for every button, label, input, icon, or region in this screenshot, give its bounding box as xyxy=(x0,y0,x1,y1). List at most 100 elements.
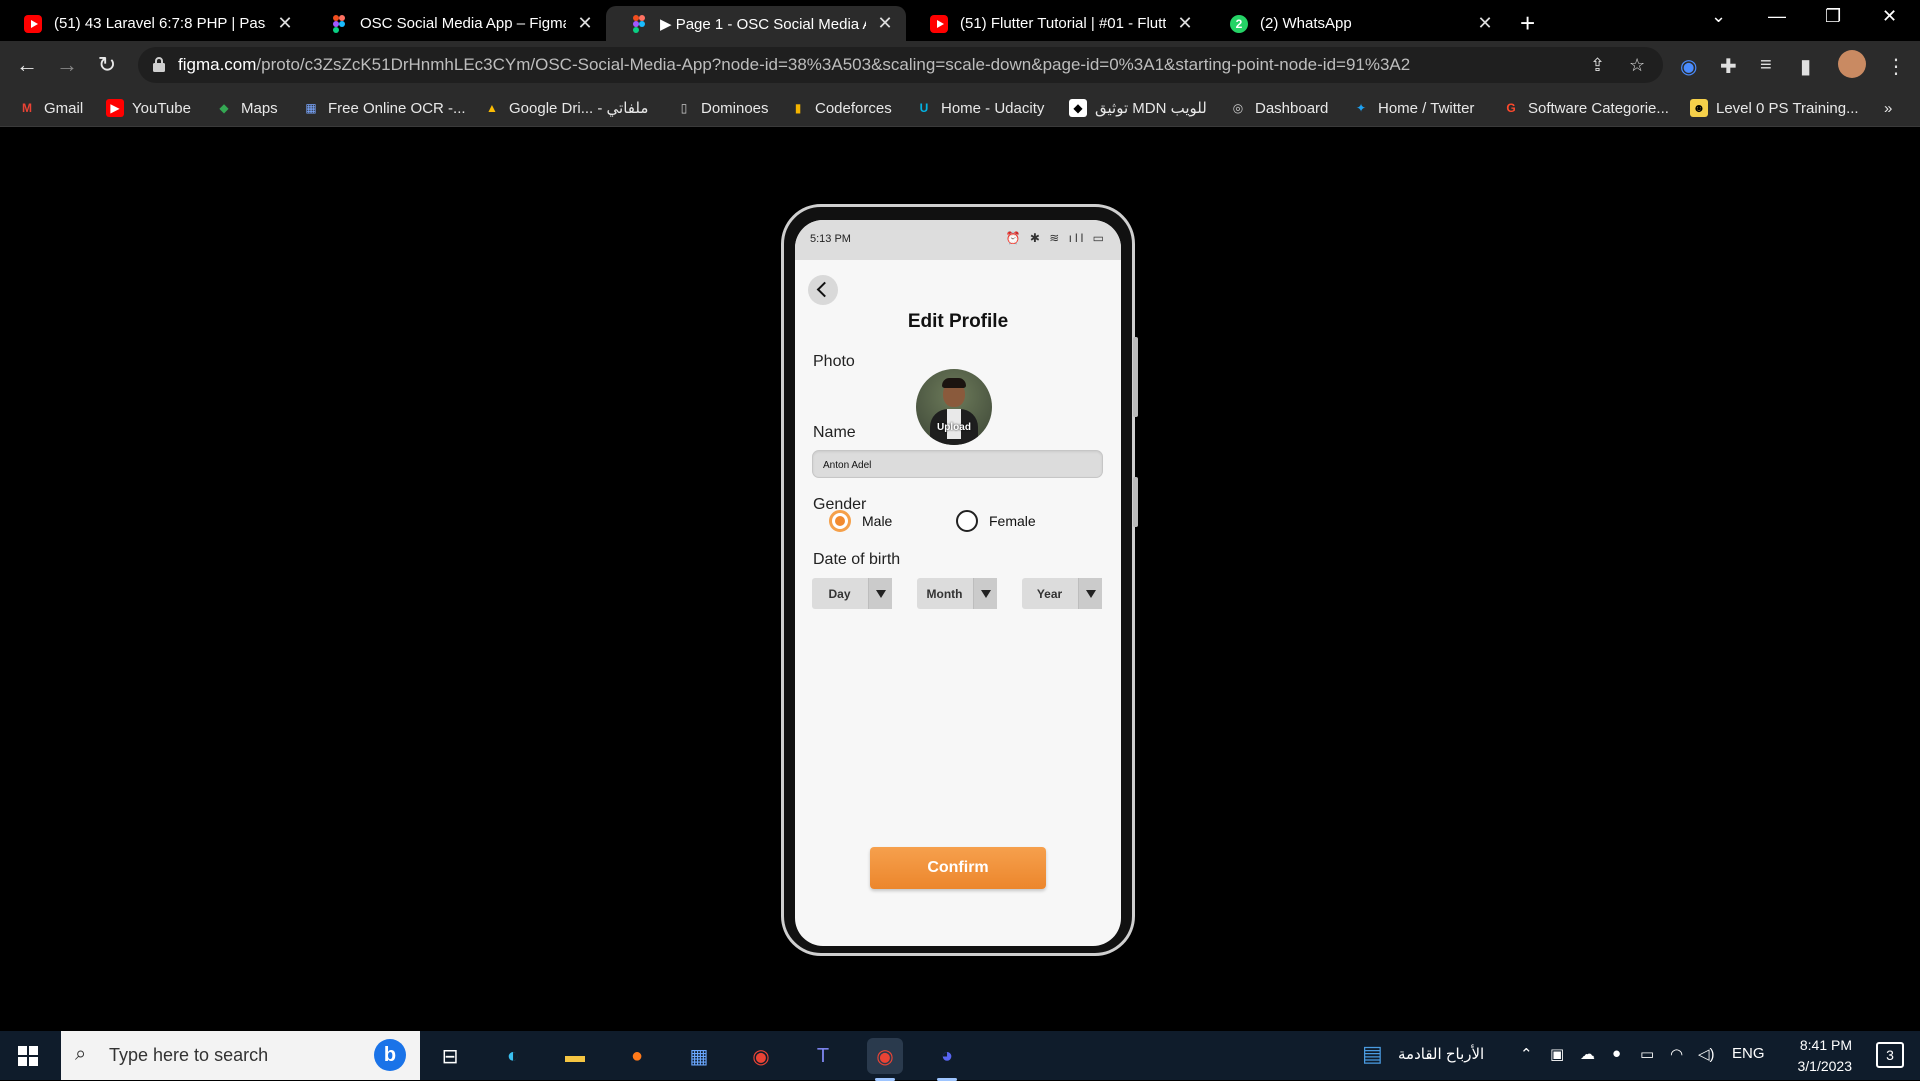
upload-label: Upload xyxy=(937,422,971,433)
news-widget-icon[interactable]: ▤ xyxy=(1362,1041,1383,1067)
tab-search-icon[interactable]: ⌄ xyxy=(1711,6,1726,27)
notification-center-icon[interactable]: 3 xyxy=(1876,1042,1904,1068)
edit-profile-screen: 5:13 PM ⏰ ✱ ≋ ıll ▭ Edit Profile Photo U… xyxy=(795,220,1121,946)
close-icon[interactable]: ✕ xyxy=(1476,13,1494,34)
bookmark-label: Home / Twitter xyxy=(1378,99,1475,117)
bookmark-youtube[interactable]: ▶ YouTube xyxy=(106,97,191,119)
tab-title: ▶ Page 1 - OSC Social Media Ap xyxy=(660,15,866,33)
task-view-icon[interactable]: ⊟ xyxy=(432,1038,468,1074)
restore-icon[interactable]: ❐ xyxy=(1825,6,1841,27)
file-explorer-icon[interactable]: ▬ xyxy=(557,1038,593,1074)
bookmark-gmail[interactable]: M Gmail xyxy=(18,97,83,119)
bookmark-ocr[interactable]: ▦ Free Online OCR -... xyxy=(302,97,466,119)
bookmark-label: Home - Udacity xyxy=(941,99,1045,117)
media-queue-icon[interactable]: ≡ xyxy=(1760,54,1772,77)
bookmark-label: Free Online OCR -... xyxy=(328,99,466,117)
bookmark-twitter[interactable]: ✦ Home / Twitter xyxy=(1352,97,1474,119)
system-clock[interactable]: 8:41 PM 3/1/2023 xyxy=(1798,1035,1853,1077)
bookmark-dashboard[interactable]: ◎ Dashboard xyxy=(1229,97,1329,119)
bookmark-udacity[interactable]: U Home - Udacity xyxy=(915,97,1045,119)
codeforces-icon: ▮ xyxy=(794,101,802,115)
tab-whatsapp[interactable]: 2 (2) WhatsApp ✕ xyxy=(1206,6,1506,41)
profile-photo-upload[interactable]: Upload xyxy=(916,369,992,445)
language-indicator[interactable]: ENG xyxy=(1732,1045,1765,1062)
clock-time: 8:41 PM xyxy=(1799,1037,1852,1053)
bookmark-star-icon[interactable]: ☆ xyxy=(1629,55,1645,76)
name-label: Name xyxy=(813,424,856,441)
bookmark-mdn[interactable]: ◆ توثيق MDN للويب xyxy=(1069,97,1207,119)
udacity-icon: U xyxy=(919,101,929,115)
more-bookmarks-button[interactable]: » xyxy=(1884,97,1892,119)
volume-icon[interactable]: ◁) xyxy=(1698,1045,1715,1063)
minimize-icon[interactable]: — xyxy=(1768,6,1786,27)
mdn-icon: ◆ xyxy=(1069,99,1087,117)
day-select[interactable]: Day xyxy=(812,578,892,609)
address-bar[interactable]: figma.com/proto/c3ZsZcK51DrHnmhLEc3CYm/O… xyxy=(138,47,1663,83)
name-input[interactable]: Anton Adel xyxy=(812,450,1103,478)
meet-now-icon[interactable]: ▣ xyxy=(1550,1045,1564,1063)
search-icon: ⌕ xyxy=(75,1043,87,1065)
chrome-active-icon[interactable]: ◉ xyxy=(867,1038,903,1081)
close-icon[interactable]: ✕ xyxy=(276,13,294,34)
confirm-button[interactable]: Confirm xyxy=(870,847,1046,889)
bing-icon[interactable]: b xyxy=(374,1039,406,1071)
bookmark-level0-training[interactable]: ☻ Level 0 PS Training... xyxy=(1690,97,1859,119)
new-tab-button[interactable]: + xyxy=(1520,8,1535,39)
close-icon[interactable]: ✕ xyxy=(576,13,594,34)
bookmark-codeforces[interactable]: ▮ Codeforces xyxy=(789,97,892,119)
dashboard-icon: ◎ xyxy=(1232,101,1244,115)
bookmark-software-categories[interactable]: G Software Categorie... xyxy=(1502,97,1669,119)
bookmark-google-drive[interactable]: ▲ Google Dri... - ملفاتي xyxy=(483,97,648,119)
reload-icon[interactable]: ↻ xyxy=(93,51,121,79)
window-close-icon[interactable]: ✕ xyxy=(1882,6,1897,27)
youtube-icon xyxy=(24,14,42,33)
tab-figma-prototype[interactable]: ▶ Page 1 - OSC Social Media Ap ✕ xyxy=(606,6,906,41)
news-widget-label[interactable]: الأرباح القادمة xyxy=(1398,1045,1484,1063)
back-arrow-icon[interactable]: ← xyxy=(13,51,41,79)
extension-circle-icon[interactable]: ◉ xyxy=(1680,54,1697,79)
bookmark-label: Dashboard xyxy=(1255,99,1329,117)
select-value: Year xyxy=(1036,587,1063,601)
status-icons: ⏰ ✱ ≋ ıll ▭ xyxy=(1005,231,1107,245)
gender-radio-female[interactable]: Female xyxy=(956,510,1036,532)
close-icon[interactable]: ✕ xyxy=(876,13,894,34)
onedrive-icon[interactable]: ☁ xyxy=(1580,1045,1595,1063)
tray-chevron-icon[interactable]: ⌃ xyxy=(1520,1045,1533,1063)
bookmark-label: Google Dri... - ملفاتي xyxy=(509,100,649,117)
profile-avatar[interactable] xyxy=(1838,50,1866,78)
chrome-icon[interactable]: ◉ xyxy=(743,1038,779,1074)
windows-start-icon[interactable] xyxy=(18,1046,38,1066)
bookmark-label: Maps xyxy=(241,99,278,117)
figma-icon xyxy=(630,14,648,33)
phone-side-button xyxy=(1133,337,1138,417)
tab-laravel[interactable]: (51) 43 Laravel 6:7:8 PHP | Passpo ✕ xyxy=(0,6,306,41)
radio-label: Male xyxy=(862,513,893,529)
microphone-icon[interactable]: ● xyxy=(1612,1045,1621,1062)
wifi-icon[interactable]: ◠ xyxy=(1670,1045,1683,1063)
tab-figma-file[interactable]: OSC Social Media App – Figma ✕ xyxy=(306,6,606,41)
side-panel-icon[interactable]: ▮ xyxy=(1800,54,1811,79)
teams-icon[interactable]: T xyxy=(805,1038,841,1074)
edge-icon[interactable]: ◐ xyxy=(495,1038,531,1074)
extensions-puzzle-icon[interactable]: ✚ xyxy=(1720,54,1737,79)
month-select[interactable]: Month xyxy=(917,578,997,609)
discord-icon[interactable]: ◕ xyxy=(929,1038,965,1081)
share-icon[interactable]: ⇪ xyxy=(1590,55,1605,76)
taskbar-search-box[interactable]: ⌕ Type here to search b xyxy=(61,1031,420,1080)
year-select[interactable]: Year xyxy=(1022,578,1102,609)
menu-kebab-icon[interactable]: ⋮ xyxy=(1886,54,1906,79)
forward-arrow-icon[interactable]: → xyxy=(53,51,81,79)
gender-radio-male[interactable]: Male xyxy=(829,510,892,532)
tab-flutter[interactable]: (51) Flutter Tutorial | #01 - Flutter ✕ xyxy=(906,6,1206,41)
status-bar: 5:13 PM ⏰ ✱ ≋ ıll ▭ xyxy=(795,220,1121,260)
firefox-icon[interactable]: ● xyxy=(619,1038,655,1074)
bookmark-maps[interactable]: ◆ Maps xyxy=(215,97,278,119)
microsoft-store-icon[interactable]: ▦ xyxy=(681,1038,717,1074)
twitter-icon: ✦ xyxy=(1355,101,1367,115)
back-button[interactable] xyxy=(808,275,838,305)
google-drive-icon: ▲ xyxy=(486,101,498,115)
battery-icon[interactable]: ▭ xyxy=(1640,1045,1654,1063)
bookmark-dominoes[interactable]: ▯ Dominoes xyxy=(675,97,769,119)
close-icon[interactable]: ✕ xyxy=(1176,13,1194,34)
select-value: Month xyxy=(926,587,963,601)
